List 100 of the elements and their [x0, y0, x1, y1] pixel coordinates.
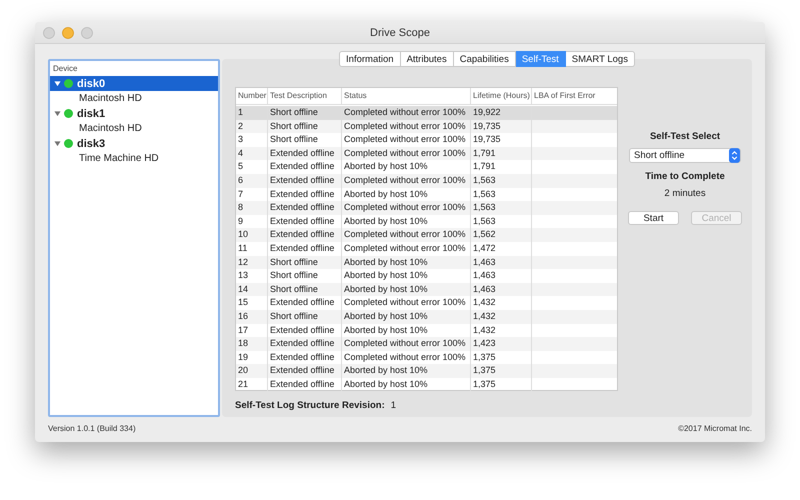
column-header: Number [236, 88, 268, 104]
table-row[interactable]: 2 Short offline Completed without error 100% 19,735 [236, 120, 617, 134]
table-cell: Extended offline [270, 324, 334, 334]
table-cell: Aborted by host 10% [344, 324, 428, 334]
device-item[interactable]: disk3 [50, 136, 218, 151]
test-select[interactable]: Short offline [629, 148, 741, 163]
table-cell: 1,563 [473, 188, 496, 199]
table-cell: Short offline [270, 256, 318, 267]
table-cell: 19,735 [473, 120, 501, 131]
table-row[interactable]: 12 Short offline Aborted by host 10% 1,463 [236, 256, 617, 270]
table-cell: Extended offline [270, 202, 334, 212]
table-cell: 6 [238, 174, 244, 185]
table-cell: Extended offline [270, 338, 334, 348]
table-cell: Aborted by host 10% [344, 188, 428, 199]
table-cell: Extended offline [270, 378, 334, 389]
table-row[interactable]: 21 Extended offline Aborted by host 10% 1,375 [236, 378, 617, 392]
device-item[interactable]: disk0 [50, 76, 218, 91]
table-cell: 1,563 [473, 202, 496, 212]
table-cell: Completed without error 100% [344, 134, 466, 144]
table-cell: Short offline [270, 270, 318, 280]
volume-item[interactable]: Time Machine HD [50, 151, 218, 166]
table-cell: 19 [238, 352, 248, 362]
disclosure-icon[interactable] [54, 140, 61, 147]
tab[interactable]: Information [339, 51, 401, 67]
device-item[interactable]: disk1 [50, 106, 218, 121]
table-cell: 11 [238, 242, 248, 253]
table-cell: 4 [238, 148, 244, 158]
stepper-icon [729, 148, 740, 163]
table-cell: 20 [238, 365, 248, 376]
table-cell: 3 [238, 134, 244, 144]
table-cell: 1,563 [473, 174, 496, 185]
table-cell: 1,562 [473, 229, 496, 240]
table-cell: 1,791 [473, 161, 496, 172]
table-cell: 1,375 [473, 365, 496, 376]
table-row[interactable]: 1 Short offline Completed without error 100% 19,922 [236, 106, 617, 120]
table-cell: 1,472 [473, 242, 496, 253]
window-title: Drive Scope [370, 26, 430, 38]
table-cell: 1,423 [473, 338, 496, 348]
time-label: Time to Complete [645, 171, 725, 182]
table-cell: Short offline [270, 134, 318, 144]
table-row[interactable]: 10 Extended offline Completed without error 100% 1,562 [236, 228, 617, 242]
volume-item[interactable]: Macintosh HD [50, 121, 218, 136]
table-row[interactable]: 6 Extended offline Completed without error 100% 1,563 [236, 174, 617, 188]
table-cell: Completed without error 100% [344, 174, 466, 185]
table-cell: Completed without error 100% [344, 242, 466, 253]
table-cell: Aborted by host 10% [344, 284, 428, 294]
table-cell: Completed without error 100% [344, 202, 466, 212]
table-cell: Extended offline [270, 242, 334, 253]
table-row[interactable]: 16 Short offline Aborted by host 10% 1,432 [236, 310, 617, 324]
table-cell: 1 [238, 107, 244, 117]
column-header: LBA of First Error [533, 90, 596, 102]
volume-item[interactable]: Macintosh HD [50, 91, 218, 106]
table-row[interactable]: 8 Extended offline Completed without error 100% 1,563 [236, 201, 617, 215]
table-cell: 13 [238, 270, 248, 280]
table-cell: Extended offline [270, 229, 334, 240]
table-cell: Short offline [270, 284, 318, 294]
table-cell: 1,463 [473, 256, 496, 267]
table-cell: Extended offline [270, 161, 334, 172]
table-cell: 18 [238, 338, 248, 348]
table-cell: Completed without error 100% [344, 120, 466, 131]
table-cell: Aborted by host 10% [344, 365, 428, 376]
disclosure-icon[interactable] [54, 110, 61, 117]
version-text: Version 1.0.1 (Build 334) [48, 424, 136, 433]
table-cell: Short offline [270, 107, 318, 117]
table-row[interactable]: 18 Extended offline Completed without error 100% 1,423 [236, 337, 617, 351]
table-cell: 10 [238, 229, 248, 240]
table-cell: 1,563 [473, 216, 496, 226]
table-cell: Extended offline [270, 365, 334, 376]
copyright-text: ©2017 Micromat Inc. [678, 424, 752, 433]
disclosure-icon[interactable] [54, 80, 61, 87]
column-header: Test Description [268, 88, 342, 104]
table-cell: 19,735 [473, 134, 501, 144]
table-cell: 8 [238, 202, 244, 212]
table-row[interactable]: 4 Extended offline Completed without error 100% 1,791 [236, 146, 617, 160]
table-cell: 15 [238, 297, 248, 308]
table-cell: Extended offline [270, 352, 334, 362]
table-cell: Short offline [270, 310, 318, 321]
table-row[interactable]: 20 Extended offline Aborted by host 10% 1,375 [236, 364, 617, 378]
table-cell: Extended offline [270, 174, 334, 185]
table-cell: 1,791 [473, 148, 496, 158]
table-cell: 2 [238, 120, 244, 131]
table-cell: Aborted by host 10% [344, 270, 428, 280]
table-cell: Completed without error 100% [344, 352, 466, 362]
table-cell: Completed without error 100% [344, 229, 466, 240]
table-cell: 1,432 [473, 324, 496, 334]
table-row[interactable]: 14 Short offline Aborted by host 10% 1,463 [236, 282, 617, 296]
table-cell: Aborted by host 10% [344, 256, 428, 267]
table-cell: 1,432 [473, 297, 496, 308]
revision-label: Self-Test Log Structure Revision: [235, 400, 385, 411]
tab[interactable]: Attributes [400, 51, 454, 67]
table-cell: Aborted by host 10% [344, 378, 428, 389]
time-value: 2 minutes [664, 188, 706, 199]
table-cell: Completed without error 100% [344, 148, 466, 158]
tab[interactable]: SMART Logs [566, 51, 635, 67]
column-header: Device [52, 64, 78, 75]
action-button[interactable]: Start [628, 211, 679, 225]
select-label: Self-Test Select [650, 131, 720, 142]
tab[interactable]: Capabilities [454, 51, 516, 67]
table-cell: 1,463 [473, 270, 496, 280]
table-cell: 21 [238, 378, 248, 389]
